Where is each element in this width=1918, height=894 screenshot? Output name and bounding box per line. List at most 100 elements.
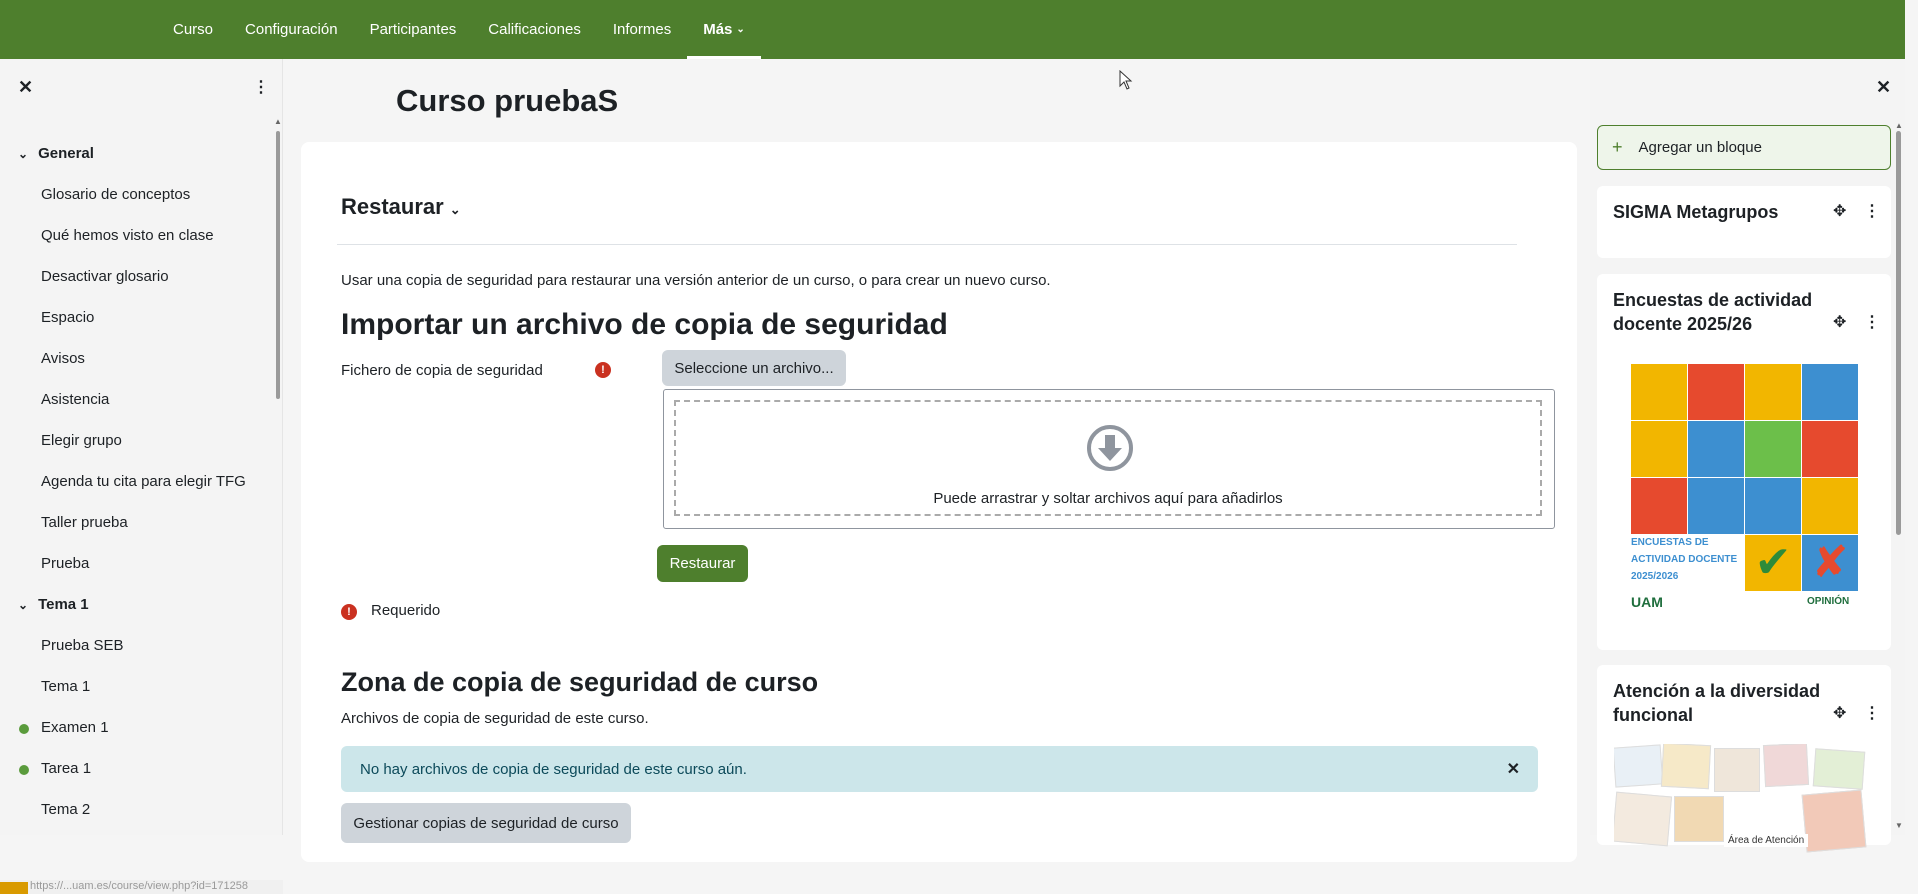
close-icon[interactable]: ✕ xyxy=(1876,77,1891,98)
activity-prueba[interactable]: Prueba xyxy=(0,543,270,584)
cross-icon: ✘ xyxy=(1802,535,1858,591)
status-indicator xyxy=(0,882,28,894)
block-encuestas: Encuestas de actividad docente 2025/26 ✥… xyxy=(1597,274,1891,650)
activity-label: Agenda tu cita para elegir TFG xyxy=(41,473,246,490)
photo-tile xyxy=(1614,744,1664,788)
nav-configuracion[interactable]: Configuración xyxy=(229,0,354,59)
photo-tile xyxy=(1812,748,1866,790)
activity-label: Prueba SEB xyxy=(41,637,124,654)
section-general[interactable]: ⌄ General xyxy=(0,133,270,174)
add-block-label: Agregar un bloque xyxy=(1638,139,1762,156)
chevron-down-icon[interactable]: ⌄ xyxy=(18,598,28,612)
nav-curso[interactable]: Curso xyxy=(157,0,229,59)
nav-participantes-label: Participantes xyxy=(369,21,457,38)
diversity-collage-image[interactable]: Área de Atención xyxy=(1614,744,1874,854)
mouse-cursor-icon xyxy=(1119,70,1133,90)
block-drawer-scrollbar[interactable]: ▲ ▼ xyxy=(1895,121,1903,831)
photo-tile xyxy=(1762,744,1810,788)
activity-que-hemos-visto[interactable]: Qué hemos visto en clase xyxy=(0,215,270,256)
activity-label: Glosario de conceptos xyxy=(41,186,191,203)
collage-caption: Área de Atención xyxy=(1724,834,1809,847)
section-tema-1[interactable]: ⌄ Tema 1 xyxy=(0,584,270,625)
move-icon[interactable]: ✥ xyxy=(1833,201,1846,221)
nav-calificaciones[interactable]: Calificaciones xyxy=(472,0,597,59)
block-sigma-metagrupos: SIGMA Metagrupos ✥ ⋮ xyxy=(1597,186,1891,258)
activity-tema-2[interactable]: Tema 2 xyxy=(0,789,270,830)
close-icon[interactable]: ✕ xyxy=(18,77,33,98)
presentation-icon xyxy=(1631,421,1687,477)
nav-mas[interactable]: Más ⌄ xyxy=(687,0,761,59)
activity-tema-1[interactable]: Tema 1 xyxy=(0,666,270,707)
select-file-button[interactable]: Seleccione un archivo... xyxy=(662,350,846,386)
add-block-button[interactable]: + Agregar un bloque xyxy=(1597,125,1891,170)
mouse-icon xyxy=(1688,364,1744,420)
activity-examen-1[interactable]: Examen 1 xyxy=(0,707,270,748)
move-icon[interactable]: ✥ xyxy=(1833,703,1846,723)
activity-prueba-seb[interactable]: Prueba SEB xyxy=(0,625,270,666)
kebab-menu-icon[interactable]: ⋮ xyxy=(1864,201,1880,221)
kebab-menu-icon[interactable]: ⋮ xyxy=(1864,312,1880,332)
magnifier-icon xyxy=(1688,421,1744,477)
activity-desactivar-glosario[interactable]: Desactivar glosario xyxy=(0,256,270,297)
main-content: Curso pruebaS Restaurar ⌄ Usar una copia … xyxy=(283,59,1590,862)
close-icon[interactable]: ✕ xyxy=(1507,759,1520,779)
notebook-icon xyxy=(1688,478,1744,534)
activity-taller-prueba[interactable]: Taller prueba xyxy=(0,502,270,543)
restore-tertiary-nav[interactable]: Restaurar ⌄ xyxy=(341,194,461,220)
divider xyxy=(337,244,1517,245)
scroll-up-arrow-icon[interactable]: ▲ xyxy=(1895,121,1903,130)
section-title: General xyxy=(38,145,94,162)
activity-agenda-tfg[interactable]: Agenda tu cita para elegir TFG xyxy=(0,461,270,502)
activity-label: Tema 1 xyxy=(41,678,91,695)
required-legend: Requerido xyxy=(371,602,441,619)
lightbulb-icon xyxy=(1745,478,1801,534)
activity-espacio[interactable]: Espacio xyxy=(0,297,270,338)
restore-button[interactable]: Restaurar xyxy=(657,545,748,582)
scrollbar-thumb[interactable] xyxy=(1896,131,1901,535)
photo-tile xyxy=(1674,796,1724,842)
scroll-down-arrow-icon[interactable]: ▼ xyxy=(1895,821,1903,830)
scrollbar-thumb[interactable] xyxy=(276,131,280,399)
required-icon: ! xyxy=(341,604,357,620)
nav-mas-label: Más xyxy=(703,21,733,38)
chevron-down-icon: ⌄ xyxy=(449,202,461,217)
activity-elegir-grupo[interactable]: Elegir grupo xyxy=(0,420,270,461)
intro-text: Usar una copia de seguridad para restaur… xyxy=(341,272,1051,289)
activity-glosario[interactable]: Glosario de conceptos xyxy=(0,174,270,215)
activity-label: Tarea 1 xyxy=(41,760,92,777)
envelope-icon xyxy=(1631,478,1687,534)
activity-label: Examen 1 xyxy=(41,719,109,736)
block-title: Encuestas de actividad docente 2025/26 xyxy=(1613,290,1813,334)
graduation-cap-icon xyxy=(1631,364,1687,420)
activity-label: Asistencia xyxy=(41,391,110,408)
activity-label: Desactivar glosario xyxy=(41,268,169,285)
file-label: Fichero de copia de seguridad xyxy=(341,362,543,379)
required-icon: ! xyxy=(595,362,611,378)
nav-informes[interactable]: Informes xyxy=(597,0,687,59)
activity-tarea-1[interactable]: Tarea 1 xyxy=(0,748,270,789)
page-title: Curso pruebaS xyxy=(396,83,619,118)
completion-dot-icon xyxy=(19,765,29,775)
diploma-icon xyxy=(1745,364,1801,420)
course-index-drawer: ✕ ⋮ ▲ ⌄ General Glosario de conceptos Qué… xyxy=(0,59,283,894)
activity-label: Taller prueba xyxy=(41,514,128,531)
photo-tile xyxy=(1614,791,1673,847)
chevron-down-icon[interactable]: ⌄ xyxy=(18,147,28,161)
drop-zone[interactable]: Puede arrastrar y soltar archivos aquí p… xyxy=(674,400,1542,516)
section-title: Tema 1 xyxy=(38,596,89,613)
org-chart-icon xyxy=(1802,364,1858,420)
survey-poster-image[interactable]: ✔ ✘ ENCUESTAS DE ACTIVIDAD DOCENTE 2025/… xyxy=(1631,364,1858,614)
activity-avisos[interactable]: Avisos xyxy=(0,338,270,379)
activity-label: Avisos xyxy=(41,350,85,367)
activity-asistencia[interactable]: Asistencia xyxy=(0,379,270,420)
kebab-menu-icon[interactable]: ⋮ xyxy=(253,77,269,97)
backup-zone-subtitle: Archivos de copia de seguridad de este c… xyxy=(341,710,649,727)
books-icon xyxy=(1745,421,1801,477)
manage-backups-button[interactable]: Gestionar copias de seguridad de curso xyxy=(341,803,631,843)
kebab-menu-icon[interactable]: ⋮ xyxy=(1864,703,1880,723)
nav-participantes[interactable]: Participantes xyxy=(354,0,473,59)
scroll-up-arrow-icon[interactable]: ▲ xyxy=(274,117,282,126)
activity-label: Tema 2 xyxy=(41,801,91,818)
move-icon[interactable]: ✥ xyxy=(1833,312,1846,332)
plus-icon: + xyxy=(1612,137,1623,157)
